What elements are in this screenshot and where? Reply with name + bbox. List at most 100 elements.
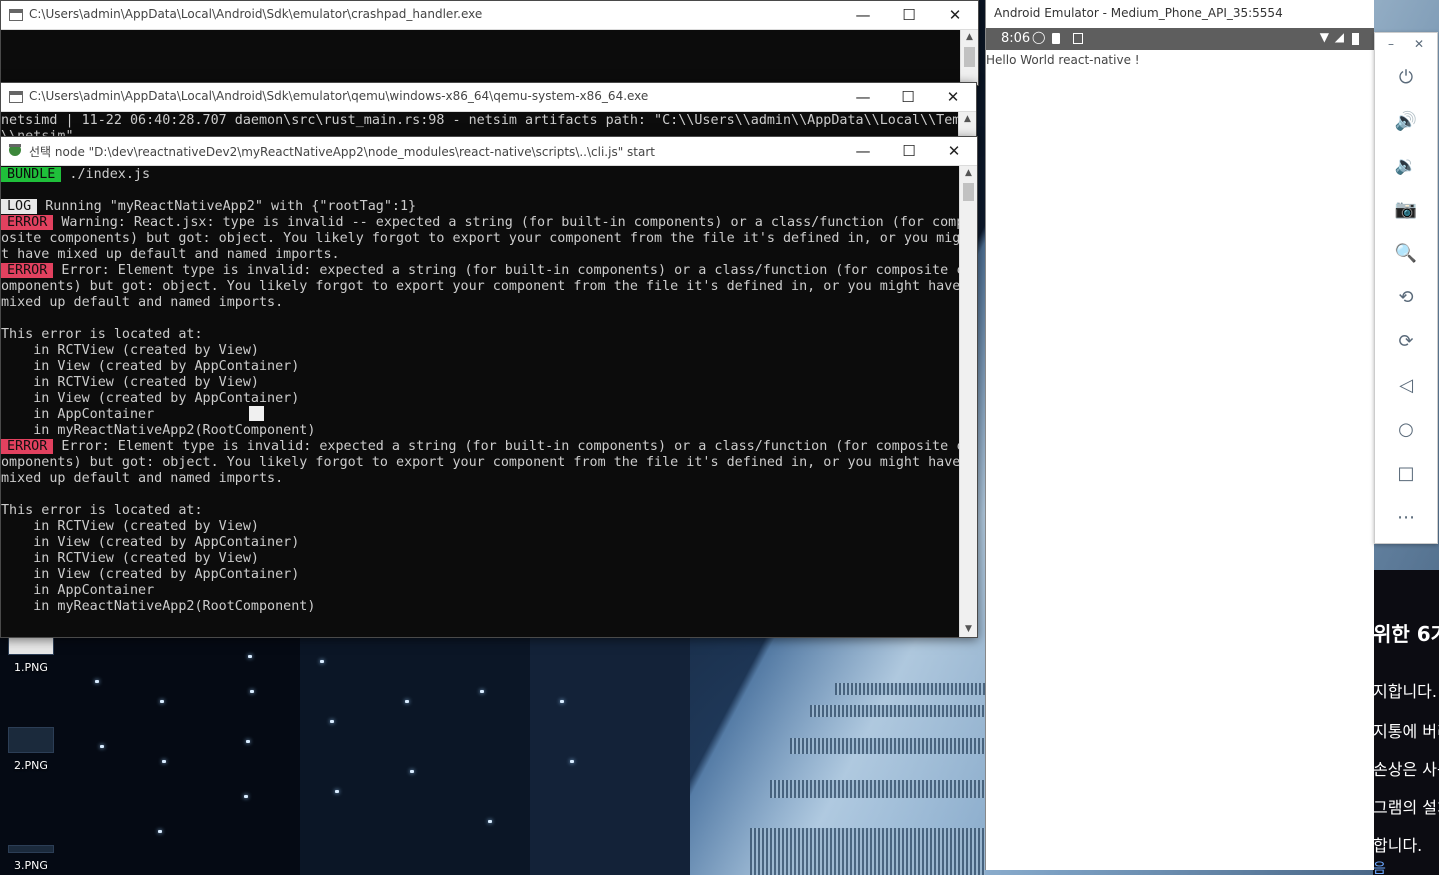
android-status-bar: 8:06 ◯ ▼ ◢ xyxy=(986,28,1374,50)
webpage-text-line: 지통에 버리 xyxy=(1373,722,1439,741)
text-cursor xyxy=(249,406,264,421)
close-button[interactable]: ✕ xyxy=(1409,33,1429,55)
volume-down-icon[interactable]: 🔉 xyxy=(1389,149,1423,183)
stack-line: in RCTView (created by View) xyxy=(1,375,259,390)
scroll-up-icon[interactable]: ▲ xyxy=(959,112,976,127)
webpage-text-line: 합니다. xyxy=(1373,836,1423,855)
desktop-icon-file[interactable]: 2.PNG xyxy=(7,727,55,772)
webpage-text-line: 손상은 사용 xyxy=(1373,760,1439,779)
desktop-icon-label: 2.PNG xyxy=(14,759,48,772)
console-line: This error is located at: xyxy=(1,327,203,342)
maximize-button[interactable]: ☐ xyxy=(886,1,932,29)
window-titlebar[interactable]: C:\Users\admin\AppData\Local\Android\Sdk… xyxy=(1,1,978,30)
wifi-icon: ▼ xyxy=(1319,30,1329,44)
maximize-button[interactable]: ☐ xyxy=(886,137,932,165)
stack-line: in RCTView (created by View) xyxy=(1,551,259,566)
console-line: Warning: React.jsx: type is invalid -- e… xyxy=(53,215,965,230)
stack-line: in View (created by AppContainer) xyxy=(1,535,300,550)
shield-icon: ◯ xyxy=(1032,30,1046,44)
console-line: ./index.js xyxy=(61,167,151,182)
status-time: 8:06 xyxy=(1001,31,1031,46)
home-icon[interactable]: ○ xyxy=(1389,413,1423,447)
image-thumbnail xyxy=(8,727,54,753)
console-line: Error: Element type is invalid: expected… xyxy=(53,263,965,278)
emulator-toolbar: – ✕ ⏻ 🔊 🔉 📷 🔍 ⟲ ⟳ ◁ ○ □ ⋯ xyxy=(1374,32,1438,544)
stack-line: in View (created by AppContainer) xyxy=(1,391,300,406)
close-button[interactable]: ✕ xyxy=(931,137,977,165)
scroll-down-icon[interactable]: ▼ xyxy=(960,622,977,637)
console-output: BUNDLE ./index.js LOG Running "myReactNa… xyxy=(1,167,968,615)
webpage-link[interactable]: 음 xyxy=(1373,858,1386,875)
volume-up-icon[interactable]: 🔊 xyxy=(1389,105,1423,139)
webpage-text-line: 그램의 설치 xyxy=(1373,798,1439,817)
back-icon[interactable]: ◁ xyxy=(1389,369,1423,403)
console-line: omponents) but got: object. You likely f… xyxy=(1,455,961,470)
console-icon xyxy=(9,9,23,21)
console-line: This error is located at: xyxy=(1,503,203,518)
desktop-icon-label: 1.PNG xyxy=(14,661,48,674)
window-title: 선택 node "D:\dev\reactnativeDev2\myReactN… xyxy=(29,145,655,159)
stack-line: in AppContainer xyxy=(1,407,155,422)
vertical-scrollbar[interactable]: ▲ ▼ xyxy=(959,166,977,637)
image-thumbnail xyxy=(8,637,54,655)
webpage-text-line: 지합니다. xyxy=(1373,682,1437,701)
window-title: C:\Users\admin\AppData\Local\Android\Sdk… xyxy=(29,89,649,103)
stack-line: in View (created by AppContainer) xyxy=(1,359,300,374)
scroll-up-icon[interactable]: ▲ xyxy=(960,166,977,181)
image-thumbnail xyxy=(8,845,54,853)
rotate-left-icon[interactable]: ⟲ xyxy=(1389,281,1423,315)
qemu-console-window[interactable]: C:\Users\admin\AppData\Local\Android\Sdk… xyxy=(0,82,977,144)
window-title: C:\Users\admin\AppData\Local\Android\Sdk… xyxy=(29,7,483,21)
stack-line: in RCTView (created by View) xyxy=(1,519,259,534)
console-line: Running "myReactNativeApp2" with {"rootT… xyxy=(37,199,417,214)
crashpad-console-window[interactable]: C:\Users\admin\AppData\Local\Android\Sdk… xyxy=(0,0,979,86)
console-line: Error: Element type is invalid: expected… xyxy=(53,439,965,454)
power-icon[interactable]: ⏻ xyxy=(1389,61,1423,95)
console-line: osite components) but got: object. You l… xyxy=(1,231,969,246)
console-line: mixed up default and named imports. xyxy=(1,295,284,310)
overview-icon[interactable]: □ xyxy=(1389,457,1423,491)
more-icon[interactable]: ⋯ xyxy=(1389,501,1423,535)
window-titlebar[interactable]: C:\Users\admin\AppData\Local\Android\Sdk… xyxy=(1,83,976,112)
window-titlebar[interactable]: 선택 node "D:\dev\reactnativeDev2\myReactN… xyxy=(1,137,977,166)
error-badge: ERROR xyxy=(1,215,54,230)
minimize-button[interactable]: – xyxy=(1381,33,1401,55)
battery-icon xyxy=(1352,33,1359,45)
desktop-icon-file[interactable]: 3.PNG xyxy=(7,845,55,872)
desktop-icon-file[interactable]: 1.PNG xyxy=(7,637,55,674)
stack-line: in myReactNativeApp2(RootComponent) xyxy=(1,599,316,614)
scroll-thumb[interactable] xyxy=(964,47,975,67)
error-badge: ERROR xyxy=(1,263,54,278)
minimize-button[interactable]: — xyxy=(840,137,886,165)
webpage-heading: 위한 6가 xyxy=(1373,622,1439,646)
android-emulator-window[interactable]: Android Emulator - Medium_Phone_API_35:5… xyxy=(985,0,1374,870)
stack-line: in View (created by AppContainer) xyxy=(1,567,300,582)
zoom-icon[interactable]: 🔍 xyxy=(1389,237,1423,271)
maximize-button[interactable]: ☐ xyxy=(885,83,931,111)
node-console-window[interactable]: 선택 node "D:\dev\reactnativeDev2\myReactN… xyxy=(0,136,978,638)
scroll-thumb[interactable] xyxy=(963,183,974,201)
close-button[interactable]: ✕ xyxy=(932,1,978,29)
stack-line: in myReactNativeApp2(RootComponent) xyxy=(1,423,316,438)
stack-line: in RCTView (created by View) xyxy=(1,343,259,358)
bundle-badge: BUNDLE xyxy=(1,167,62,182)
console-line: mixed up default and named imports. xyxy=(1,471,284,486)
camera-icon[interactable]: 📷 xyxy=(1389,193,1423,227)
close-button[interactable]: ✕ xyxy=(930,83,976,111)
minimize-button[interactable]: — xyxy=(840,83,886,111)
notification-icon xyxy=(1073,33,1083,44)
minimize-button[interactable]: — xyxy=(840,1,886,29)
console-line: omponents) but got: object. You likely f… xyxy=(1,279,961,294)
error-badge: ERROR xyxy=(1,439,54,454)
rotate-right-icon[interactable]: ⟳ xyxy=(1389,325,1423,359)
scroll-up-icon[interactable]: ▲ xyxy=(961,30,978,45)
console-icon xyxy=(9,91,23,103)
background-webpage: 위한 6가 지합니다. 지통에 버리 손상은 사용 그램의 설치 합니다. 음 xyxy=(1373,570,1439,875)
console-line: netsimd | 11-22 06:40:28.707 daemon\src\… xyxy=(1,113,969,128)
node-icon xyxy=(9,144,21,156)
log-badge: LOG xyxy=(1,199,38,214)
sd-card-icon xyxy=(1052,33,1060,44)
desktop-icon-label: 3.PNG xyxy=(14,859,48,872)
stack-line: in AppContainer xyxy=(1,583,155,598)
vertical-scrollbar[interactable]: ▲ xyxy=(960,30,978,85)
